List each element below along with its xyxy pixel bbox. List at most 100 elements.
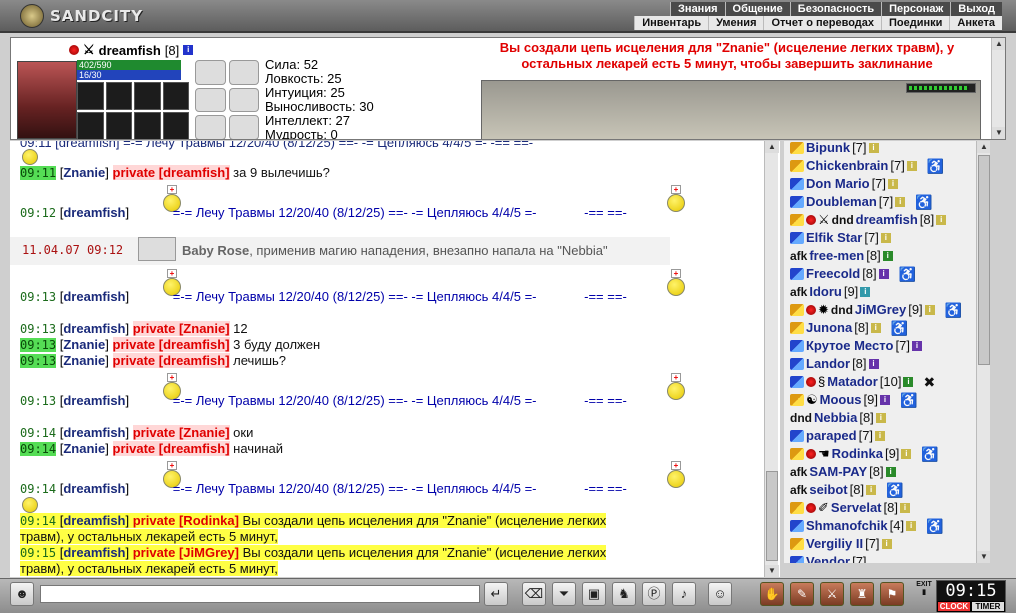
equipment-slot[interactable] <box>77 112 104 139</box>
user-row[interactable]: ⚔ dnd dreamfish [8] i <box>790 211 947 229</box>
timer-tab[interactable]: TIMER <box>971 601 1005 612</box>
scroll-down-icon[interactable]: ▼ <box>992 127 1005 139</box>
user-row[interactable]: § Matador [10] i ✖ <box>790 373 935 391</box>
exit-button[interactable]: EXIT ▮ <box>916 581 932 609</box>
user-row[interactable]: Junona [8] i ♿ <box>790 319 908 337</box>
user-row[interactable]: Don Mario [7] i <box>790 175 899 193</box>
info-icon[interactable]: i <box>895 197 906 207</box>
menu-knowledge[interactable]: Знания <box>670 2 725 16</box>
add-friend-icon[interactable]: ♿ <box>915 193 932 211</box>
action-button-5[interactable]: ⚑ <box>880 582 904 606</box>
info-icon[interactable]: i <box>880 233 891 243</box>
info-icon[interactable]: i <box>880 395 891 405</box>
user-name[interactable]: Don Mario <box>806 175 870 193</box>
chat-time[interactable]: 09:13 <box>20 354 57 368</box>
chat-nick[interactable]: dreamfish <box>63 481 125 496</box>
user-row[interactable]: ✹ dnd JiMGrey [9] i ♿ <box>790 301 962 319</box>
submenu-skills[interactable]: Умения <box>708 16 764 30</box>
chat-private[interactable]: private [JiMGrey] <box>133 545 239 560</box>
chat-nick[interactable]: dreamfish <box>63 321 125 336</box>
user-row[interactable]: afk SAM-PAY [8] i <box>790 463 896 481</box>
chat-time[interactable]: 09:13 <box>20 338 57 352</box>
equipment-slot[interactable] <box>105 112 132 139</box>
amulet-slot[interactable] <box>228 60 259 85</box>
user-name[interactable]: free-men <box>809 247 864 265</box>
menu-character[interactable]: Персонаж <box>881 2 951 16</box>
user-name[interactable]: Moous <box>820 391 862 409</box>
user-row[interactable]: dnd Nebbia [8] i <box>790 409 886 427</box>
info-icon[interactable]: i <box>875 431 886 441</box>
submenu-transfers[interactable]: Отчет о переводах <box>763 16 882 30</box>
info-icon[interactable]: i <box>183 45 194 55</box>
equipment-slot[interactable] <box>162 112 189 139</box>
chat-private[interactable]: private [Rodinka] <box>133 513 239 528</box>
user-name[interactable]: JiMGrey <box>855 301 906 319</box>
sound-button[interactable]: ♪ <box>672 582 696 606</box>
user-row[interactable]: ☯ Moous [9] i ♿ <box>790 391 917 409</box>
info-icon[interactable]: i <box>870 323 881 333</box>
ring-slot[interactable] <box>195 87 226 113</box>
chat-private[interactable]: private [dreamfish] <box>112 165 230 180</box>
info-icon[interactable]: i <box>906 521 917 531</box>
amulet-slot[interactable] <box>195 60 226 85</box>
action-button-4[interactable]: ♜ <box>850 582 874 606</box>
info-icon[interactable]: i <box>866 485 877 495</box>
scroll-down-icon[interactable]: ▼ <box>977 551 990 563</box>
chat-time[interactable]: 09:13 <box>20 290 56 304</box>
translit-button[interactable]: Ⓟ <box>642 582 666 606</box>
attacker-name[interactable]: Baby Rose <box>182 243 249 258</box>
info-icon[interactable]: i <box>936 215 947 225</box>
chat-nick[interactable]: Znanie <box>63 353 105 368</box>
user-name[interactable]: paraped <box>806 427 857 445</box>
scroll-thumb[interactable] <box>766 471 778 561</box>
chat-private[interactable]: private [dreamfish] <box>112 441 230 456</box>
user-name[interactable]: seibot <box>809 481 847 499</box>
action-button-3[interactable]: ⚔ <box>820 582 844 606</box>
chat-nick[interactable]: Znanie <box>63 165 105 180</box>
equipment-slot[interactable] <box>77 82 104 110</box>
user-name[interactable]: Крутое Местo <box>806 337 894 355</box>
chat-time[interactable]: 09:13 <box>20 394 56 408</box>
chat-time[interactable]: 09:14 <box>20 426 56 440</box>
chat-private[interactable]: private [dreamfish] <box>112 353 230 368</box>
user-row[interactable]: Landor [8] i <box>790 355 879 373</box>
submenu-inventory[interactable]: Инвентарь <box>634 16 709 30</box>
user-name[interactable]: Vendor <box>806 553 850 563</box>
info-icon[interactable]: i <box>885 467 896 477</box>
chat-time[interactable]: 09:14 <box>20 514 56 528</box>
chat-nick[interactable]: Znanie <box>63 441 105 456</box>
user-row[interactable]: paraped [7] i <box>790 427 886 445</box>
add-friend-icon[interactable]: ♿ <box>926 517 943 535</box>
user-name[interactable]: Elfik Star <box>806 229 862 247</box>
user-name[interactable]: Nebbia <box>814 409 857 427</box>
chat-nick[interactable]: Znanie <box>63 337 105 352</box>
user-name[interactable]: Matador <box>827 373 878 391</box>
user-row[interactable]: Elfik Star [7] i <box>790 229 891 247</box>
info-icon[interactable]: i <box>881 539 892 549</box>
equipment-slot[interactable] <box>105 82 132 110</box>
action-button-1[interactable]: ✋ <box>760 582 784 606</box>
menu-communication[interactable]: Общение <box>724 2 790 16</box>
info-icon[interactable]: i <box>875 413 886 423</box>
clock-tab[interactable]: CLOCK <box>937 601 971 612</box>
boots-slot[interactable] <box>195 115 226 139</box>
submenu-battles[interactable]: Поединки <box>881 16 950 30</box>
scroll-down-icon[interactable]: ▼ <box>765 565 779 577</box>
info-icon[interactable]: i <box>924 305 935 315</box>
clear-chat-button[interactable]: ⌫ <box>522 582 546 606</box>
info-icon[interactable]: i <box>868 143 879 153</box>
save-log-button[interactable]: ▣ <box>582 582 606 606</box>
add-friend-icon[interactable]: ♿ <box>900 391 917 409</box>
user-name[interactable]: SAM-PAY <box>809 463 867 481</box>
location-scene[interactable] <box>481 80 981 139</box>
user-row[interactable]: Chickenbrain [7] i ♿ <box>790 157 944 175</box>
user-row[interactable]: afk Idoru [9] i <box>790 283 871 301</box>
info-icon[interactable]: i <box>906 161 917 171</box>
chat-nick[interactable]: dreamfish <box>63 393 125 408</box>
scroll-up-icon[interactable]: ▲ <box>977 141 990 153</box>
chat-time[interactable]: 09:14 <box>20 442 57 456</box>
add-friend-icon[interactable]: ♿ <box>891 319 908 337</box>
speaker-icon[interactable]: ☻ <box>10 582 34 606</box>
add-friend-icon[interactable]: ♿ <box>945 301 962 319</box>
user-name[interactable]: Vergiliy II <box>806 535 863 553</box>
